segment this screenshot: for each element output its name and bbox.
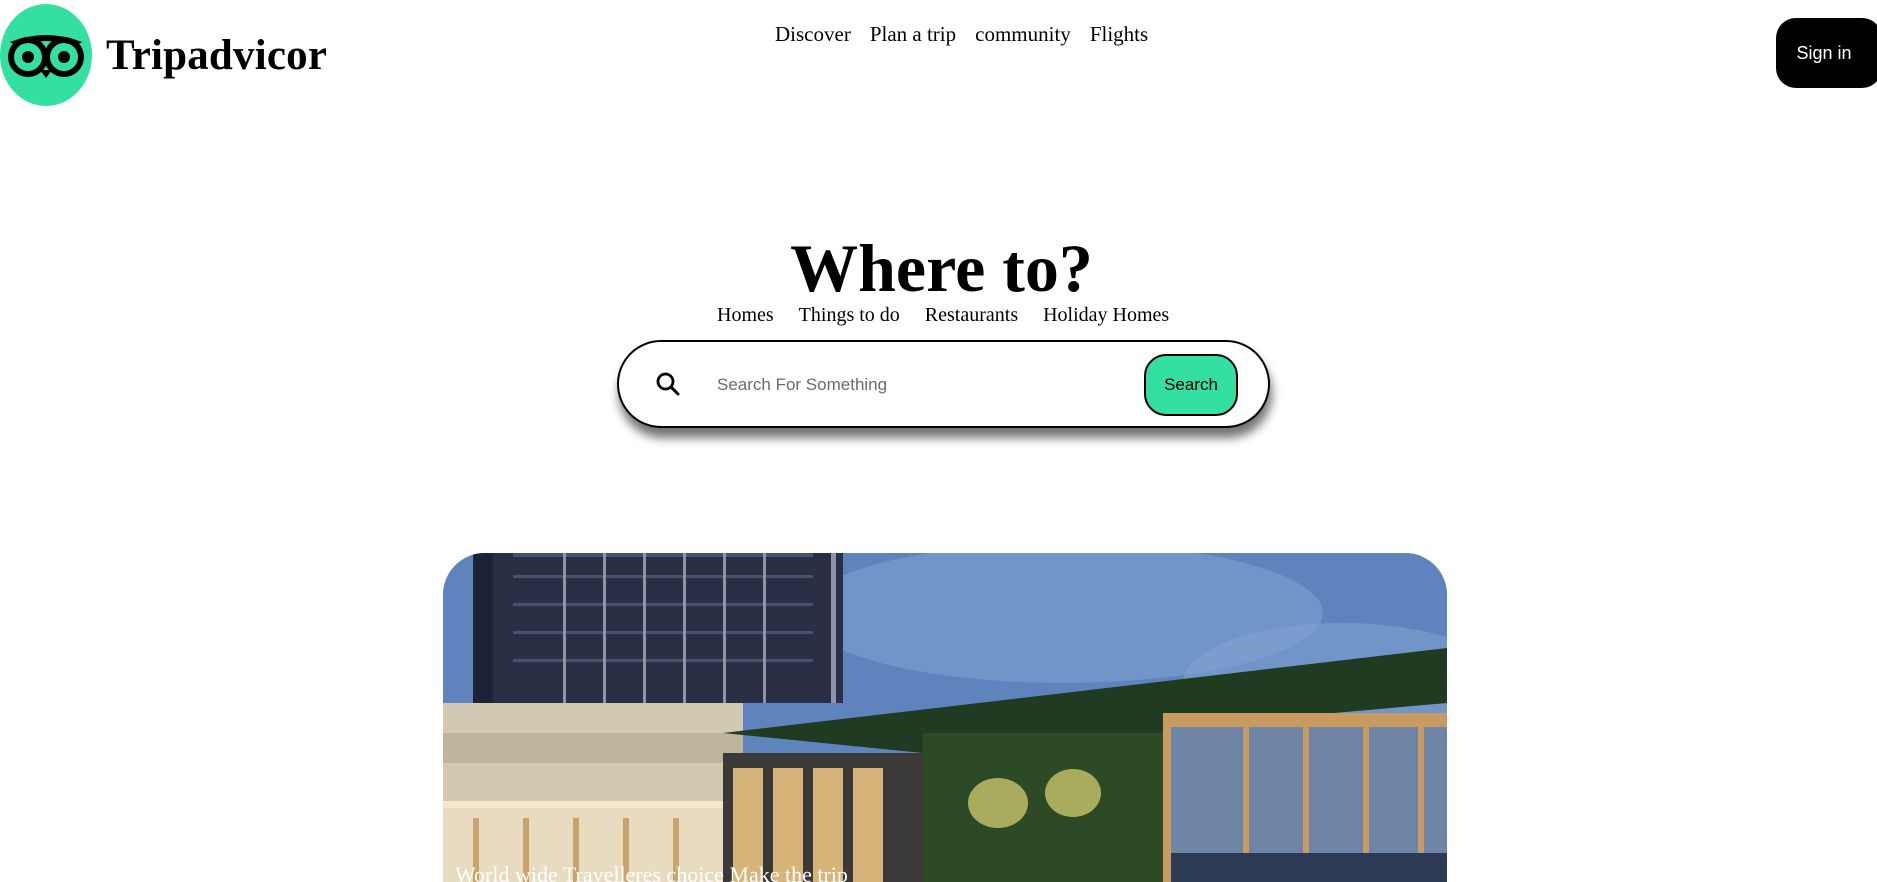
featured-caption: World wide Travelleres choice Make the t… (455, 862, 848, 882)
sign-in-button[interactable]: Sign in (1776, 18, 1877, 88)
nav-item-discover[interactable]: Discover (775, 22, 851, 47)
nav-item-plan-a-trip[interactable]: Plan a trip (870, 22, 956, 47)
search-button[interactable]: Search (1144, 354, 1238, 416)
brand-logo[interactable]: Tripadvicor (0, 4, 327, 106)
search-input[interactable] (715, 364, 1119, 406)
featured-hotel-image[interactable]: World wide Travelleres choice Make the t… (443, 553, 1447, 882)
tab-homes[interactable]: Homes (717, 304, 774, 327)
search-icon (655, 371, 681, 397)
search-bar: Search (617, 340, 1270, 428)
tab-things-to-do[interactable]: Things to do (799, 304, 900, 327)
owl-eyes-icon (0, 4, 92, 106)
top-navigation: Discover Plan a trip community Flights (775, 22, 1148, 47)
nav-item-community[interactable]: community (975, 22, 1071, 47)
tab-restaurants[interactable]: Restaurants (925, 304, 1018, 327)
nav-item-flights[interactable]: Flights (1090, 22, 1148, 47)
tab-holiday-homes[interactable]: Holiday Homes (1043, 304, 1169, 327)
hotel-rooftop-illustration (443, 553, 1447, 882)
brand-name: Tripadvicor (106, 31, 328, 79)
category-tabs: Homes Things to do Restaurants Holiday H… (717, 304, 1169, 327)
page-title: Where to? (790, 230, 1093, 306)
